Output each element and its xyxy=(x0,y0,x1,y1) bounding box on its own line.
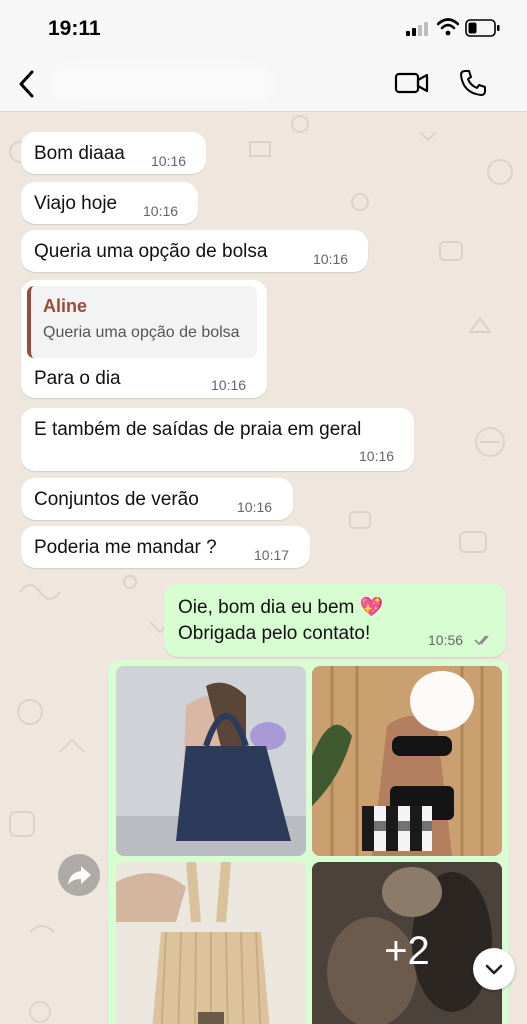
message-text: Para o dia xyxy=(34,368,121,389)
message-text: Conjuntos de verão xyxy=(34,489,199,510)
contact-name-redacted[interactable] xyxy=(52,66,272,102)
photo-thumbnail[interactable] xyxy=(116,862,306,1024)
message-bubble-outgoing[interactable]: Oie, bom dia eu bem 💖 Obrigada pelo cont… xyxy=(164,584,506,657)
photo-corduroy-bag xyxy=(116,862,306,1024)
forward-arrow-icon xyxy=(68,866,91,885)
status-bar: 19:11 xyxy=(0,0,527,56)
message-time: 10:16 xyxy=(211,377,247,393)
message-text: Viajo hoje xyxy=(34,193,118,214)
status-time: 19:11 xyxy=(48,17,101,40)
quoted-message[interactable]: Aline Queria uma opção de bolsa xyxy=(27,286,257,358)
photo-woman-checkered-bag xyxy=(312,666,502,856)
message-bubble-incoming[interactable]: Viajo hoje 10:16 xyxy=(21,182,198,224)
double-check-icon xyxy=(474,635,489,646)
message-bubble-incoming[interactable]: E também de saídas de praia em geral 10:… xyxy=(21,408,414,471)
quote-author: Aline xyxy=(43,296,88,316)
message-time: 10:56 xyxy=(428,632,464,648)
message-time: 10:16 xyxy=(143,203,179,219)
message-text: Queria uma opção de bolsa xyxy=(34,241,268,262)
message-text: Bom diaaa xyxy=(34,143,125,164)
wifi-icon xyxy=(437,18,459,36)
chevron-down-icon xyxy=(485,964,503,975)
message-time: 10:16 xyxy=(151,153,187,169)
battery-icon xyxy=(465,19,500,37)
message-time: 10:17 xyxy=(254,547,290,563)
photo-woman-navy-bag xyxy=(116,666,306,856)
back-button[interactable] xyxy=(12,66,42,102)
media-album[interactable]: +2 xyxy=(108,660,509,1024)
message-text-line: Oie, bom dia eu bem 💖 xyxy=(178,597,384,618)
chat-header xyxy=(0,56,527,112)
message-time: 10:16 xyxy=(359,448,395,464)
photo-thumbnail[interactable] xyxy=(312,666,502,856)
forward-button[interactable] xyxy=(58,854,100,896)
video-call-button[interactable] xyxy=(394,70,430,96)
message-bubble-reply[interactable]: Aline Queria uma opção de bolsa Para o d… xyxy=(21,280,267,398)
quote-text: Queria uma opção de bolsa xyxy=(43,324,240,341)
photo-thumbnail[interactable] xyxy=(116,666,306,856)
message-text-line: Obrigada pelo contato! xyxy=(178,623,371,644)
message-text: Poderia me mandar ? xyxy=(34,537,217,558)
message-bubble-incoming[interactable]: Conjuntos de verão 10:16 xyxy=(21,478,293,520)
cellular-signal-icon xyxy=(406,22,428,36)
message-bubble-incoming[interactable]: Queria uma opção de bolsa 10:16 xyxy=(21,230,368,272)
photo-thumbnail-more[interactable]: +2 xyxy=(312,862,502,1024)
scroll-to-bottom-button[interactable] xyxy=(473,948,515,990)
message-time: 10:16 xyxy=(313,251,349,267)
more-photos-count: +2 xyxy=(384,928,430,973)
voice-call-button[interactable] xyxy=(458,68,488,98)
message-bubble-incoming[interactable]: Bom diaaa 10:16 xyxy=(21,132,206,174)
message-text: E também de saídas de praia em geral xyxy=(34,419,362,440)
message-time: 10:16 xyxy=(237,499,273,515)
message-bubble-incoming[interactable]: Poderia me mandar ? 10:17 xyxy=(21,526,310,568)
chat-area[interactable]: Bom diaaa 10:16 Viajo hoje 10:16 Queria … xyxy=(0,112,527,1024)
